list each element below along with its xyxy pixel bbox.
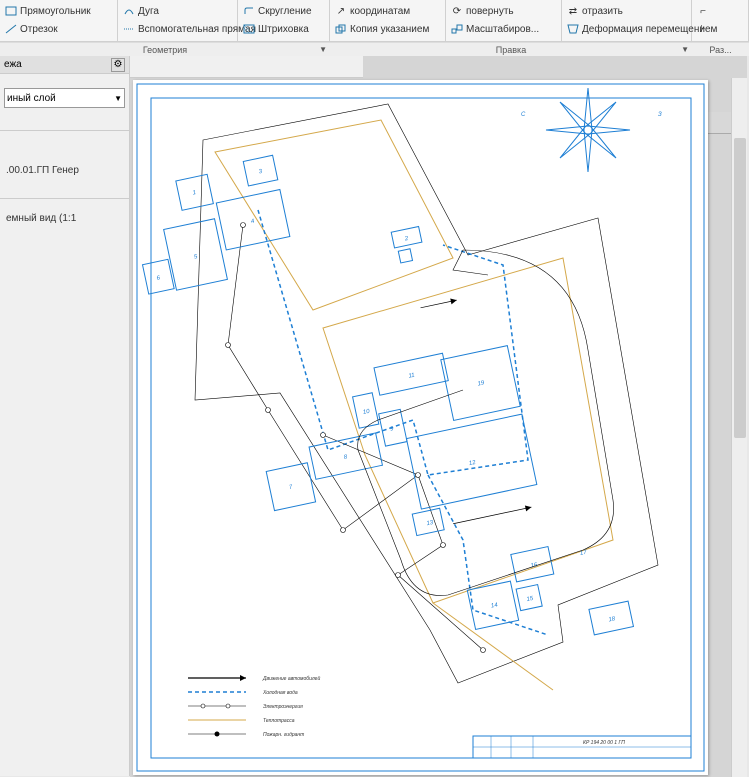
size-group-label[interactable]: Раз...: [692, 42, 749, 56]
chevron-down-icon: ▼: [681, 45, 689, 54]
compass-s: З: [658, 112, 662, 118]
auxline-icon: [122, 22, 136, 36]
svg-text:18: 18: [608, 616, 616, 623]
svg-text:3: 3: [258, 169, 263, 176]
vertical-scrollbar[interactable]: [731, 78, 747, 777]
tree-view[interactable]: емный вид (1:1: [4, 209, 125, 228]
copy-tool[interactable]: Копия указанием: [334, 22, 429, 36]
panel-header: ежа ⚙: [0, 56, 129, 74]
gear-icon[interactable]: ⚙: [111, 58, 125, 72]
move-icon: ↗: [334, 4, 348, 18]
svg-text:7: 7: [289, 484, 294, 491]
svg-text:5: 5: [194, 254, 199, 261]
compass-c: С: [521, 112, 526, 118]
svg-text:10: 10: [363, 409, 371, 416]
svg-text:8: 8: [343, 454, 348, 461]
angle-icon: ⌐: [696, 4, 710, 18]
copy-icon: [334, 22, 348, 36]
svg-text:6: 6: [156, 275, 161, 282]
svg-text:11: 11: [408, 373, 415, 380]
svg-text:16: 16: [530, 562, 538, 569]
segment-tool[interactable]: Отрезок: [4, 22, 58, 36]
current-layer-label: иный слой: [7, 93, 56, 104]
mirror-tool[interactable]: ⇄ отразить: [566, 4, 623, 18]
rotate-label: повернуть: [466, 6, 514, 17]
drawing-svg: С З 1 3 4: [133, 80, 708, 775]
main-ribbon: Прямоугольник Отрезок Дуга: [0, 0, 749, 42]
auxline-tool[interactable]: Вспомогательная прямая: [122, 22, 256, 36]
scale-label: Масштабиров...: [466, 24, 539, 35]
svg-text:Теплотрасса: Теплотрасса: [263, 718, 295, 724]
svg-text:Движение автомобилей: Движение автомобилей: [262, 675, 320, 682]
legend: Движение автомобилей Холодная вода Элект…: [188, 675, 320, 738]
drawing-paper[interactable]: С З 1 3 4: [133, 80, 708, 775]
scroll-thumb[interactable]: [734, 138, 746, 438]
side-panel: ежа ⚙ иный слой ▼ .00.01.ГП Генер емный …: [0, 56, 130, 776]
svg-text:13: 13: [426, 520, 434, 527]
svg-text:Электроэнергия: Электроэнергия: [263, 704, 303, 710]
scale-icon: [450, 22, 464, 36]
rectangle-tool[interactable]: Прямоугольник: [4, 4, 91, 18]
tree-document[interactable]: .00.01.ГП Генер: [4, 161, 125, 180]
hatch-label: Штриховка: [258, 24, 309, 35]
layer-selector[interactable]: иный слой ▼: [4, 88, 125, 108]
bycoords-tool[interactable]: ↗ координатам: [334, 4, 410, 18]
geometry-group-label[interactable]: Геометрия▼: [0, 42, 330, 56]
extra-tool-2[interactable]: ⊦: [696, 22, 710, 36]
svg-text:Холодная вода: Холодная вода: [262, 690, 298, 696]
rotate-icon: ⟳: [450, 4, 464, 18]
svg-text:19: 19: [477, 380, 485, 387]
svg-text:КР 194 20 00 1 ГП: КР 194 20 00 1 ГП: [583, 740, 625, 746]
svg-text:Пожарн. гидрант: Пожарн. гидрант: [263, 732, 304, 738]
hatch-tool[interactable]: Штриховка: [242, 22, 309, 36]
deform-icon: [566, 22, 580, 36]
canvas-top-blank: [130, 56, 363, 78]
bycoords-label: координатам: [350, 6, 410, 17]
fillet-label: Скругление: [258, 6, 312, 17]
hatch-icon: [242, 22, 256, 36]
chevron-down-icon: ▼: [114, 94, 122, 103]
rectangle-icon: [4, 4, 18, 18]
svg-text:9: 9: [390, 426, 395, 433]
rectangle-label: Прямоугольник: [20, 6, 91, 17]
svg-text:4: 4: [250, 218, 255, 225]
arc-tool[interactable]: Дуга: [122, 4, 159, 18]
svg-text:2: 2: [403, 236, 409, 243]
mirror-icon: ⇄: [566, 4, 580, 18]
svg-text:15: 15: [526, 596, 534, 603]
arc-label: Дуга: [138, 6, 159, 17]
align-icon: ⊦: [696, 22, 710, 36]
title-block: КР 194 20 00 1 ГП: [473, 736, 691, 758]
mirror-label: отразить: [582, 6, 623, 17]
panel-tab-label: ежа: [4, 59, 22, 70]
rotate-tool[interactable]: ⟳ повернуть: [450, 4, 514, 18]
scale-tool[interactable]: Масштабиров...: [450, 22, 539, 36]
chevron-down-icon: ▼: [319, 45, 327, 54]
segment-label: Отрезок: [20, 24, 58, 35]
svg-text:14: 14: [491, 602, 499, 609]
edit-group-label[interactable]: Правка▼: [330, 42, 692, 56]
copy-label: Копия указанием: [350, 24, 429, 35]
fillet-tool[interactable]: Скругление: [242, 4, 312, 18]
fillet-icon: [242, 4, 256, 18]
segment-icon: [4, 22, 18, 36]
svg-text:12: 12: [468, 460, 476, 467]
svg-text:1: 1: [192, 190, 197, 197]
extra-tool-1[interactable]: ⌐: [696, 4, 710, 18]
arc-icon: [122, 4, 136, 18]
canvas-area: ▦ ▼ ⊥ 👁 ⊙ # L СК 0 ▼ ⌐ ✦ ┤: [130, 56, 747, 777]
